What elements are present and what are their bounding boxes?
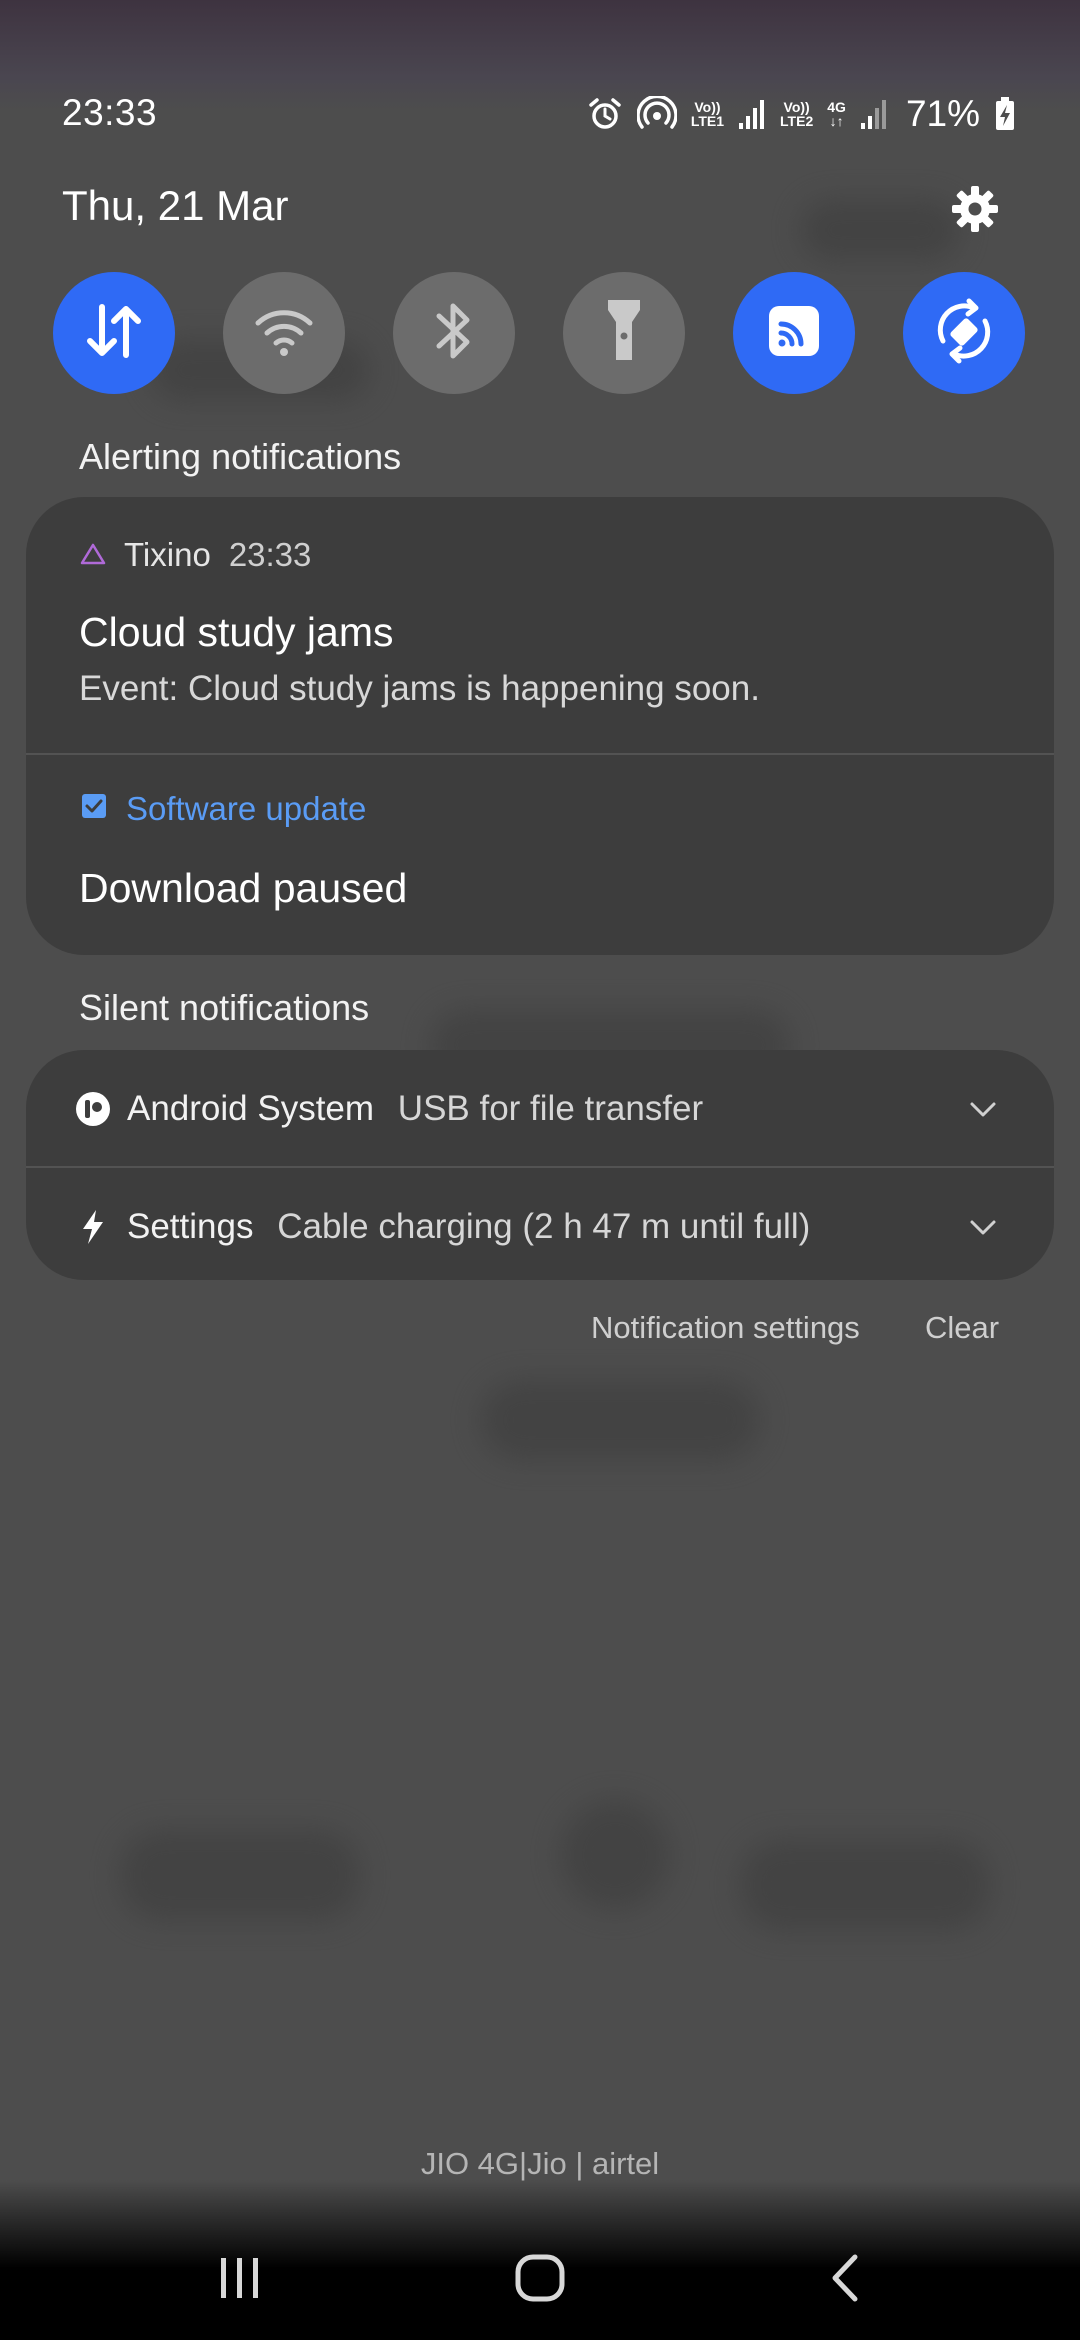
recent-apps-button[interactable] <box>210 2250 270 2310</box>
sim1-volte-indicator: Vo)) LTE1 <box>690 99 725 129</box>
signal-icon <box>860 97 888 131</box>
notification-app-name: Tixino <box>124 536 211 573</box>
qs-mobile-data-toggle[interactable] <box>53 272 175 394</box>
carrier-label: JIO 4G|Jio | airtel <box>420 2146 660 2181</box>
bluetooth-icon <box>429 298 479 369</box>
qs-cast-toggle[interactable] <box>733 272 855 394</box>
alarm-icon <box>587 96 623 132</box>
background-blur <box>480 1380 760 1460</box>
lightning-icon <box>74 1208 112 1246</box>
notification-app-name: Settings <box>127 1207 254 1246</box>
notification-text: USB for file transfer <box>397 1089 704 1128</box>
battery-percent: 71% <box>905 93 980 134</box>
auto-rotate-icon <box>929 296 999 371</box>
network-type-indicator: 4G ↓↑ <box>827 99 846 129</box>
data-arrows-icon <box>82 299 146 368</box>
hotspot-icon <box>636 96 677 132</box>
recent-apps-icon <box>217 2256 263 2305</box>
clear-button[interactable]: Clear <box>925 1310 999 1346</box>
alerting-section-label: Alerting notifications <box>79 436 402 477</box>
notification-settings-button[interactable]: Notification settings <box>591 1310 860 1346</box>
quick-settings-row <box>53 272 1053 396</box>
navigation-bar <box>0 2220 1080 2340</box>
android-system-icon <box>74 1090 112 1128</box>
home-icon <box>514 2253 566 2308</box>
background-blur <box>800 200 960 260</box>
back-button[interactable] <box>815 2250 875 2310</box>
qs-flashlight-toggle[interactable] <box>563 272 685 394</box>
sim2-volte-indicator: Vo)) LTE2 <box>780 99 814 129</box>
status-time: 23:33 <box>62 92 158 133</box>
qs-bluetooth-toggle[interactable] <box>393 272 515 394</box>
background-blur <box>740 1840 990 1930</box>
wifi-icon <box>253 303 315 364</box>
status-icons: Vo)) LTE1 Vo)) LTE2 4G ↓↑ 71% <box>587 88 1016 140</box>
signal-icon <box>738 97 766 131</box>
home-button[interactable] <box>510 2250 570 2310</box>
status-bar: 23:33 Vo)) LTE1 Vo)) LTE2 4G ↓↑ 71% <box>0 88 1080 140</box>
settings-gear-icon[interactable] <box>950 184 1000 234</box>
background-blur <box>560 1800 670 1910</box>
qs-auto-rotate-toggle[interactable] <box>903 272 1025 394</box>
notification-time: 23:33 <box>228 536 312 573</box>
checkbox-icon <box>80 790 108 828</box>
notification-text: Cable charging (2 h 47 m until full) <box>277 1207 811 1246</box>
back-chevron-icon <box>827 2253 863 2308</box>
tixino-app-icon <box>80 536 106 574</box>
silent-notifications-card: Android System USB for file transfer Set… <box>26 1050 1054 1280</box>
notification-app-name: Android System <box>127 1089 375 1128</box>
background-blur <box>120 1830 360 1920</box>
alerting-notifications-card: Tixino 23:33 Cloud study jams Event: Clo… <box>26 497 1054 955</box>
chevron-down-icon[interactable] <box>968 1094 998 1124</box>
chevron-down-icon[interactable] <box>968 1212 998 1242</box>
cast-icon <box>765 302 823 365</box>
notification-title: Cloud study jams <box>79 609 394 655</box>
date-label: Thu, 21 Mar <box>62 182 289 229</box>
notification-app-name: Software update <box>126 790 367 827</box>
flashlight-icon <box>599 296 649 371</box>
notification-settings-charging[interactable]: Settings Cable charging (2 h 47 m until … <box>26 1168 1054 1286</box>
battery-charging-icon <box>994 96 1016 132</box>
notification-title: Download paused <box>79 865 408 911</box>
silent-section-label: Silent notifications <box>79 987 370 1028</box>
notification-software-update[interactable]: Software update Download paused <box>26 755 1054 955</box>
notification-android-system[interactable]: Android System USB for file transfer <box>26 1050 1054 1168</box>
qs-wifi-toggle[interactable] <box>223 272 345 394</box>
data-activity-icon: ↓↑ <box>829 113 844 129</box>
notification-tixino[interactable]: Tixino 23:33 Cloud study jams Event: Clo… <box>26 497 1054 753</box>
notification-text: Event: Cloud study jams is happening soo… <box>79 669 760 708</box>
